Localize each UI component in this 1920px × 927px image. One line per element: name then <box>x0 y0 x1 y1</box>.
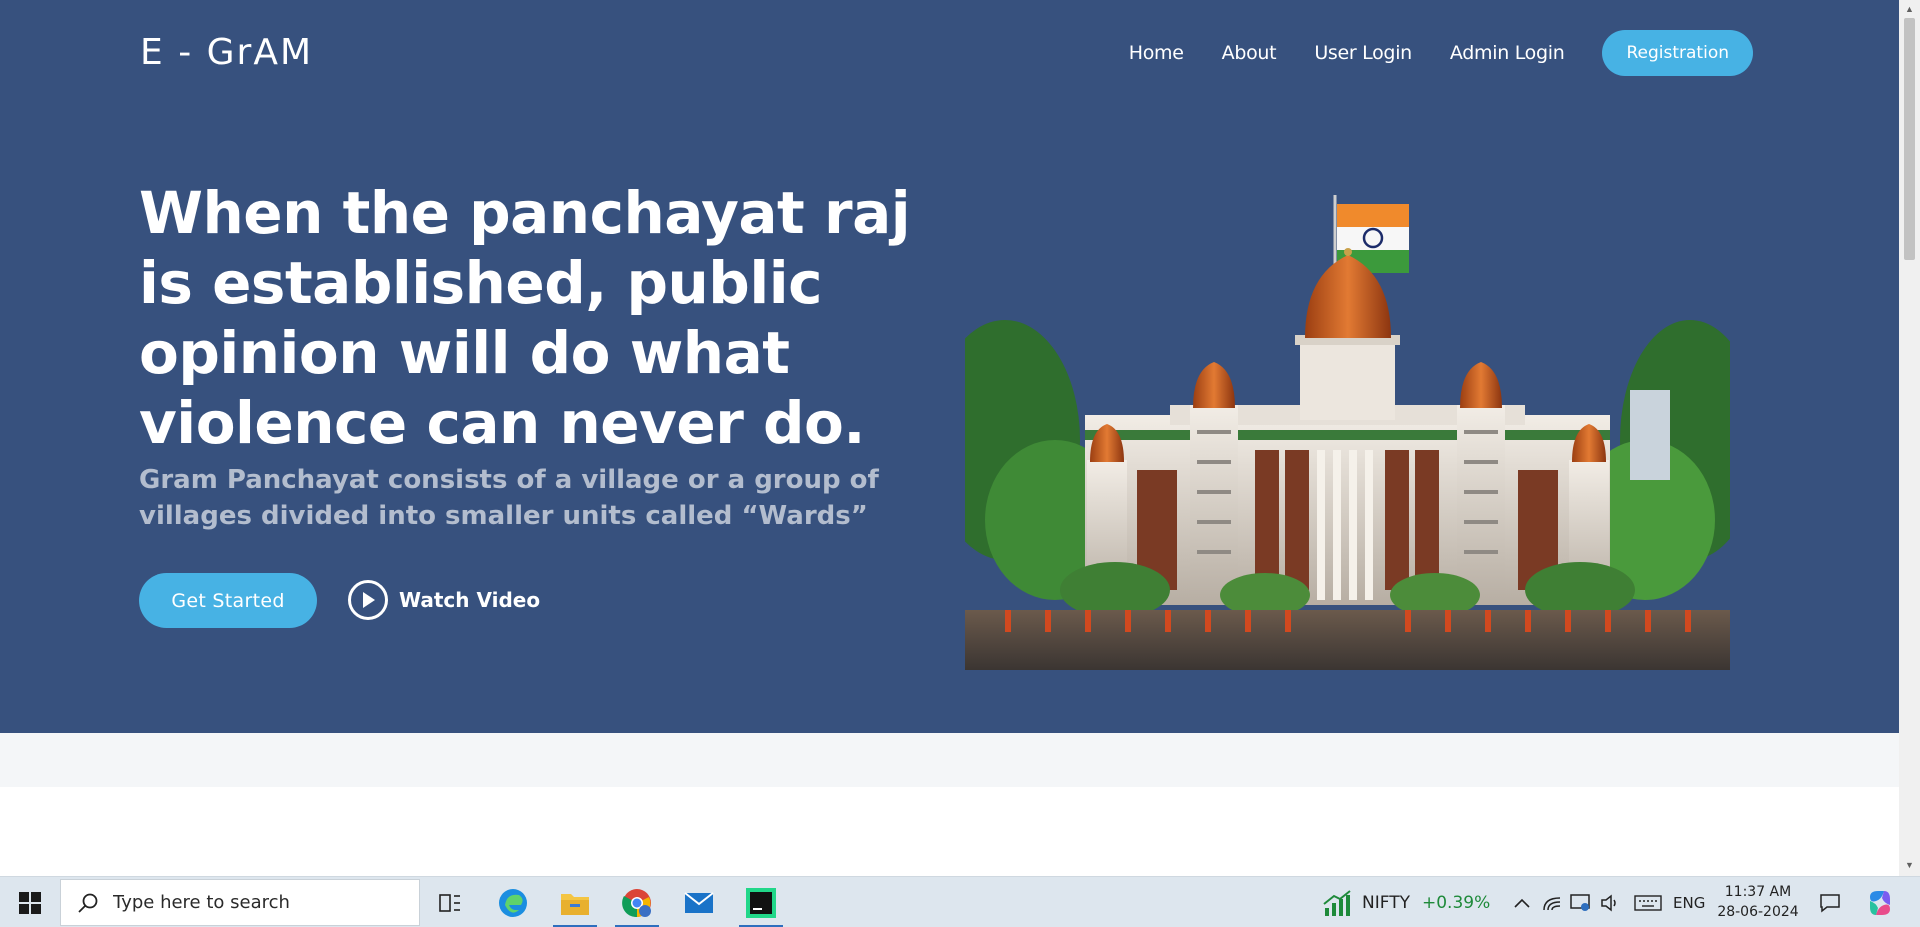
trending-up-chart-icon <box>1323 889 1351 916</box>
taskbar-search-box[interactable] <box>60 879 420 926</box>
get-started-button[interactable]: Get Started <box>139 573 317 628</box>
volume-button[interactable] <box>1596 877 1624 927</box>
nav-about-link[interactable]: About <box>1222 42 1277 64</box>
copilot-button[interactable] <box>1860 877 1900 927</box>
touch-keyboard-button[interactable] <box>1628 877 1668 927</box>
taskbar-mail-app[interactable] <box>669 877 729 927</box>
main-nav: Home About User Login Admin Login Regist… <box>1129 30 1753 76</box>
speaker-icon <box>1601 893 1616 912</box>
scrollbar-thumb[interactable] <box>1904 18 1915 260</box>
hero-subheadline: Gram Panchayat consists of a village or … <box>139 465 879 531</box>
nav-user-login-link[interactable]: User Login <box>1314 42 1412 64</box>
nav-home-link[interactable]: Home <box>1129 42 1184 64</box>
chat-bubble-icon <box>1820 893 1840 913</box>
scroll-up-arrow-icon[interactable]: ▲ <box>1904 4 1915 14</box>
section-divider-strip <box>0 733 1899 787</box>
taskbar-file-explorer-app[interactable] <box>545 877 605 927</box>
hero-headline: When the panchayat raj is established, p… <box>139 179 911 457</box>
windows-start-button[interactable] <box>0 877 60 927</box>
registration-button[interactable]: Registration <box>1602 30 1753 76</box>
scroll-down-arrow-icon[interactable]: ▼ <box>1904 860 1915 870</box>
site-logo[interactable]: E - GrAM <box>140 32 313 73</box>
panchayat-building-illustration <box>965 190 1730 670</box>
network-status-button[interactable] <box>1538 877 1566 927</box>
clock-time: 11:37 AM <box>1724 884 1792 900</box>
vertical-scrollbar[interactable]: ▲ ▼ <box>1899 0 1920 876</box>
taskbar-chrome-app[interactable] <box>607 877 667 927</box>
keyboard-icon <box>1634 894 1662 911</box>
browser-viewport: E - GrAM Home About User Login Admin Log… <box>0 0 1899 876</box>
hero-section: E - GrAM Home About User Login Admin Log… <box>0 0 1899 733</box>
taskbar-clock[interactable]: 11:37 AM 28-06-2024 <box>1712 882 1804 922</box>
wifi-icon <box>1543 896 1561 910</box>
stock-ticker-widget[interactable]: NIFTY +0.39% <box>1322 877 1490 927</box>
watch-video-label: Watch Video <box>399 588 541 612</box>
clock-date: 28-06-2024 <box>1717 904 1799 920</box>
copilot-icon <box>1870 890 1890 915</box>
chrome-browser-icon <box>622 888 651 917</box>
stock-name: NIFTY <box>1362 892 1410 913</box>
folder-icon <box>561 893 589 915</box>
taskbar-edge-app[interactable] <box>483 877 543 927</box>
task-view-icon <box>439 893 460 912</box>
stock-change: +0.39% <box>1421 892 1491 913</box>
notifications-button[interactable] <box>1812 877 1848 927</box>
watch-video-button[interactable]: Watch Video <box>348 580 540 620</box>
play-circle-icon <box>348 580 388 620</box>
task-view-button[interactable] <box>420 877 480 927</box>
chevron-up-icon <box>1514 898 1530 908</box>
mail-icon <box>684 891 714 913</box>
search-icon <box>78 893 98 913</box>
pycharm-icon <box>746 887 776 918</box>
edge-browser-icon <box>499 888 527 917</box>
taskbar-pycharm-app[interactable] <box>731 877 791 927</box>
windows-logo-icon <box>19 891 41 914</box>
input-language-indicator[interactable]: ENG <box>1673 877 1705 927</box>
monitor-sync-icon <box>1570 893 1590 911</box>
nav-admin-login-link[interactable]: Admin Login <box>1450 42 1565 64</box>
windows-taskbar: NIFTY +0.39% ENG 11:37 AM 28-06-20 <box>0 876 1920 927</box>
taskbar-search-input[interactable] <box>113 892 403 913</box>
onedrive-button[interactable] <box>1566 877 1594 927</box>
show-hidden-icons-button[interactable] <box>1508 877 1536 927</box>
